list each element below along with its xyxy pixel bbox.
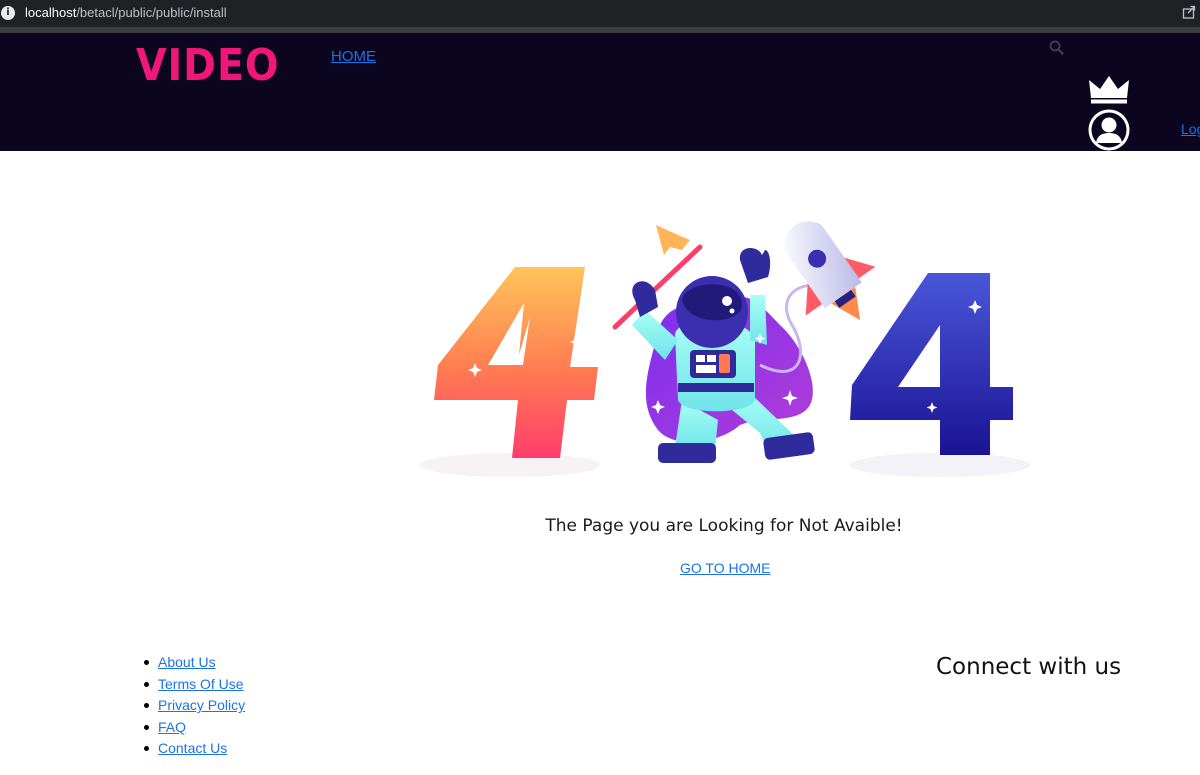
list-item: About Us <box>138 652 245 674</box>
list-item: Terms Of Use <box>138 674 245 696</box>
footer-link-contact[interactable]: Contact Us <box>158 740 227 756</box>
digit-right-text: 4 <box>930 340 931 341</box>
address-url[interactable]: localhost/betacl/public/public/install <box>25 5 227 21</box>
footer-link-about[interactable]: About Us <box>158 654 216 670</box>
login-link[interactable]: Log <box>1181 121 1200 138</box>
site-header: VIDEO HOME Log <box>0 33 1200 151</box>
digit-four-left <box>434 267 598 458</box>
url-host: localhost <box>25 5 77 20</box>
user-avatar-icon[interactable] <box>1087 109 1131 151</box>
footer-links: About Us Terms Of Use Privacy Policy FAQ… <box>138 652 245 760</box>
share-icon[interactable] <box>1182 5 1196 19</box>
footer-link-faq[interactable]: FAQ <box>158 719 186 735</box>
footer-link-terms[interactable]: Terms Of Use <box>158 676 244 692</box>
url-path: /betacl/public/public/install <box>76 5 227 20</box>
error-message: The Page you are Looking for Not Avaible… <box>545 516 903 536</box>
footer-link-privacy[interactable]: Privacy Policy <box>158 697 245 713</box>
list-item: Contact Us <box>138 738 245 760</box>
list-item: FAQ <box>138 717 245 739</box>
digit-left-text: 4 <box>470 340 471 341</box>
rocket-icon <box>784 221 876 321</box>
search-icon[interactable] <box>1049 40 1064 55</box>
404-illustration <box>420 221 1030 477</box>
info-icon[interactable]: i <box>1 6 15 20</box>
crown-icon[interactable] <box>1087 74 1131 104</box>
digit-four-right <box>850 273 1013 455</box>
nav-home-link[interactable]: HOME <box>331 48 376 66</box>
site-logo[interactable]: VIDEO <box>136 41 279 91</box>
go-home-link[interactable]: GO TO HOME <box>680 559 771 577</box>
connect-heading: Connect with us <box>936 654 1122 680</box>
list-item: Privacy Policy <box>138 695 245 717</box>
browser-address-bar: i localhost/betacl/public/public/install <box>0 0 1200 27</box>
